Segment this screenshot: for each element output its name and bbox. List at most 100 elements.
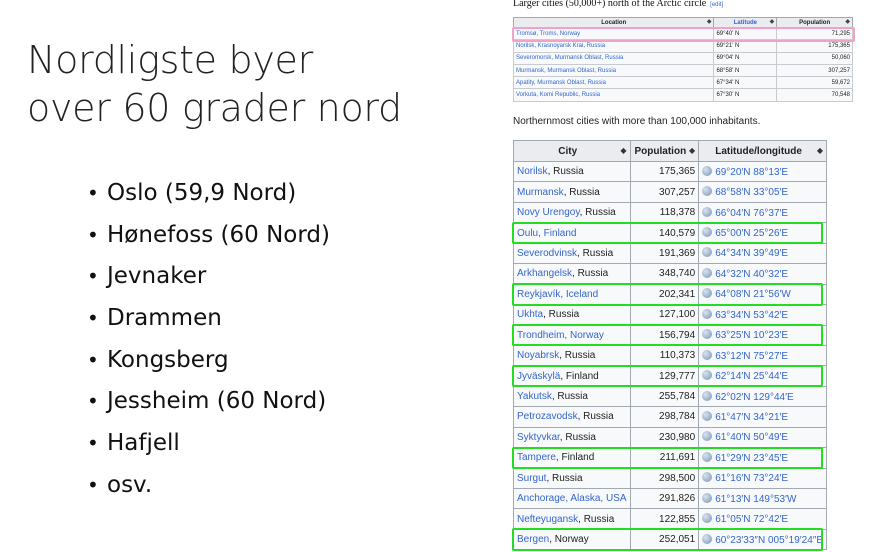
coordinates-link[interactable]: 64°34′N 39°49′E <box>715 248 788 259</box>
bullet-dot-icon: • <box>87 264 99 289</box>
sort-icon[interactable]: ◆ <box>770 18 775 25</box>
globe-icon[interactable] <box>702 492 713 503</box>
table-row: Murmansk, Murmansk Oblast, Russia 68°58'… <box>512 63 853 78</box>
city-link[interactable]: Noyabrsk <box>517 350 559 361</box>
city-link[interactable]: Yakutsk <box>517 391 552 402</box>
globe-icon[interactable] <box>702 165 713 176</box>
table-row: Surgut, Russia 298,500 61°16′N 73°24′E <box>513 467 827 490</box>
sort-icon[interactable]: ◆ <box>817 146 823 155</box>
location-link[interactable]: Severomorsk, Murmansk Oblast, Russia <box>512 51 715 65</box>
location-link[interactable]: Apatity, Murmansk Oblast, Russia <box>512 76 715 90</box>
bullet-item: • Drammen <box>87 301 330 343</box>
coordinates-link[interactable]: 61°47′N 34°21′E <box>715 412 788 423</box>
bullet-list: • Oslo (59,9 Nord) • Hønefoss (60 Nord) • J… <box>87 176 330 510</box>
city-link[interactable]: Novy Urengoy <box>517 207 580 218</box>
population-cell: 307,257 <box>776 63 853 78</box>
column-header-latitude[interactable]: Latitude ◆ <box>713 17 778 28</box>
population-cell: 255,784 <box>629 385 700 408</box>
bullet-item: • osv. <box>87 468 330 510</box>
coordinates-cell: 61°40′N 50°49′E <box>698 426 827 449</box>
globe-icon[interactable] <box>702 390 713 401</box>
globe-icon[interactable] <box>702 267 713 278</box>
population-cell: 118,378 <box>629 201 700 224</box>
city-link[interactable]: Petrozavodsk <box>517 411 578 422</box>
city-link[interactable]: Murmansk <box>517 187 564 198</box>
arctic-table-heading: Larger cities (50,000+) north of the Arc… <box>513 0 724 9</box>
highlight-box <box>512 324 823 347</box>
table-row: Apatity, Murmansk Oblast, Russia 67°34' … <box>512 76 853 90</box>
column-header-population[interactable]: Population ◆ <box>629 140 700 162</box>
city-link[interactable]: Surgut <box>517 473 546 484</box>
globe-icon[interactable] <box>702 247 713 258</box>
sort-icon[interactable]: ◆ <box>620 146 626 155</box>
coordinates-link[interactable]: 63°12′N 75°27′E <box>715 351 788 362</box>
cities-table-body: Norilsk , Russia 175,365 69°20′N 88°13′E Mur… <box>513 160 827 551</box>
coordinates-link[interactable]: 61°05′N 72°42′E <box>715 514 788 525</box>
coordinates-link[interactable]: 69°20′N 88°13′E <box>715 167 788 178</box>
globe-icon[interactable] <box>702 308 713 319</box>
sort-icon[interactable]: ◆ <box>689 146 695 155</box>
population-cell: 298,500 <box>629 467 700 490</box>
column-header-population[interactable]: Population ◆ <box>776 17 853 28</box>
city-link[interactable]: Nefteyugansk <box>517 514 578 525</box>
bullet-item: • Hønefoss (60 Nord) <box>87 218 330 260</box>
globe-icon[interactable] <box>702 472 713 483</box>
table-caption: Northernmost cities with more than 100,0… <box>513 116 761 127</box>
table-row: Novy Urengoy, Russia 118,378 66°04′N 76°37… <box>513 201 827 224</box>
city-link[interactable]: Ukhta <box>517 309 543 320</box>
bullet-dot-icon: • <box>87 181 99 205</box>
globe-icon[interactable] <box>702 410 713 421</box>
coordinates-link[interactable]: 61°13′N 149°53′W <box>715 494 796 505</box>
column-header-city[interactable]: City ◆ <box>513 140 631 162</box>
coordinates-link[interactable]: 62°02′N 129°44′E <box>715 392 793 403</box>
location-link[interactable]: Murmansk, Murmansk Oblast, Russia <box>512 63 715 78</box>
city-link[interactable]: Anchorage, Alaska, USA <box>517 493 627 504</box>
coordinates-link[interactable]: 63°34′N 53°42′E <box>715 310 788 321</box>
edit-link[interactable]: [edit] <box>710 2 723 8</box>
city-cell: Murmansk, Russia <box>513 181 631 203</box>
coordinates-link[interactable]: 61°16′N 73°24′E <box>715 473 788 484</box>
table-row: Anchorage, Alaska, USA 291,826 61°13′N 149… <box>513 487 827 510</box>
coordinates-link[interactable]: 68°58′N 33°05′E <box>715 187 788 198</box>
globe-icon[interactable] <box>702 206 713 217</box>
globe-icon[interactable] <box>702 349 713 360</box>
coordinates-cell: 66°04′N 76°37′E <box>698 201 827 224</box>
bullet-dot-icon: • <box>87 472 99 497</box>
coordinates-link[interactable]: 64°32′N 40°32′E <box>715 269 788 280</box>
country-text: , Russia <box>577 411 614 423</box>
bullet-item: • Kongsberg <box>87 343 330 385</box>
location-link[interactable]: Vorkuta, Komi Republic, Russia <box>512 88 715 102</box>
city-link[interactable]: Severodvinsk <box>517 248 577 259</box>
coordinates-cell: 61°16′N 73°24′E <box>698 467 827 490</box>
city-link[interactable]: Norilsk <box>517 166 548 177</box>
column-header-location[interactable]: Location ◆ <box>512 17 715 28</box>
bullet-dot-icon: • <box>87 389 99 414</box>
globe-icon[interactable] <box>702 431 713 442</box>
coordinates-cell: 61°47′N 34°21′E <box>698 406 827 428</box>
city-cell: Arkhangelsk, Russia <box>513 263 631 285</box>
city-link[interactable]: Arkhangelsk <box>517 268 572 279</box>
globe-icon[interactable] <box>702 186 713 197</box>
table-row: Yakutsk, Russia 255,784 62°02′N 129°44′E <box>513 385 827 408</box>
sort-icon[interactable]: ◆ <box>845 18 850 25</box>
country-text: , Russia <box>578 513 615 525</box>
highlight-box <box>512 364 823 388</box>
slide-title: Nordligste byer over 60 grader nord <box>27 36 487 132</box>
population-cell: 175,365 <box>629 160 700 183</box>
population-cell: 291,826 <box>629 487 700 510</box>
table-row: Petrozavodsk, Russia 298,784 61°47′N 34°21… <box>513 406 827 428</box>
city-link[interactable]: Syktyvkar <box>517 432 560 443</box>
coordinates-link[interactable]: 66°04′N 76°37′E <box>715 208 788 219</box>
table-row: Murmansk, Russia 307,257 68°58′N 33°05′E <box>513 181 827 203</box>
coordinates-link[interactable]: 61°40′N 50°49′E <box>715 432 788 443</box>
sort-icon[interactable]: ◆ <box>707 18 712 25</box>
city-cell: Nefteyugansk, Russia <box>513 508 631 530</box>
bullet-dot-icon: • <box>87 222 99 247</box>
globe-icon[interactable] <box>702 513 713 524</box>
latitude-cell: 68°58' N <box>713 63 778 78</box>
column-header-coordinates[interactable]: Latitude/longitude ◆ <box>698 140 827 162</box>
population-cell: 298,784 <box>629 406 700 428</box>
coordinates-cell: 62°02′N 129°44′E <box>698 385 827 408</box>
highlight-box <box>512 283 823 306</box>
table-header-row: Location ◆ Latitude ◆ Population ◆ <box>512 17 853 28</box>
